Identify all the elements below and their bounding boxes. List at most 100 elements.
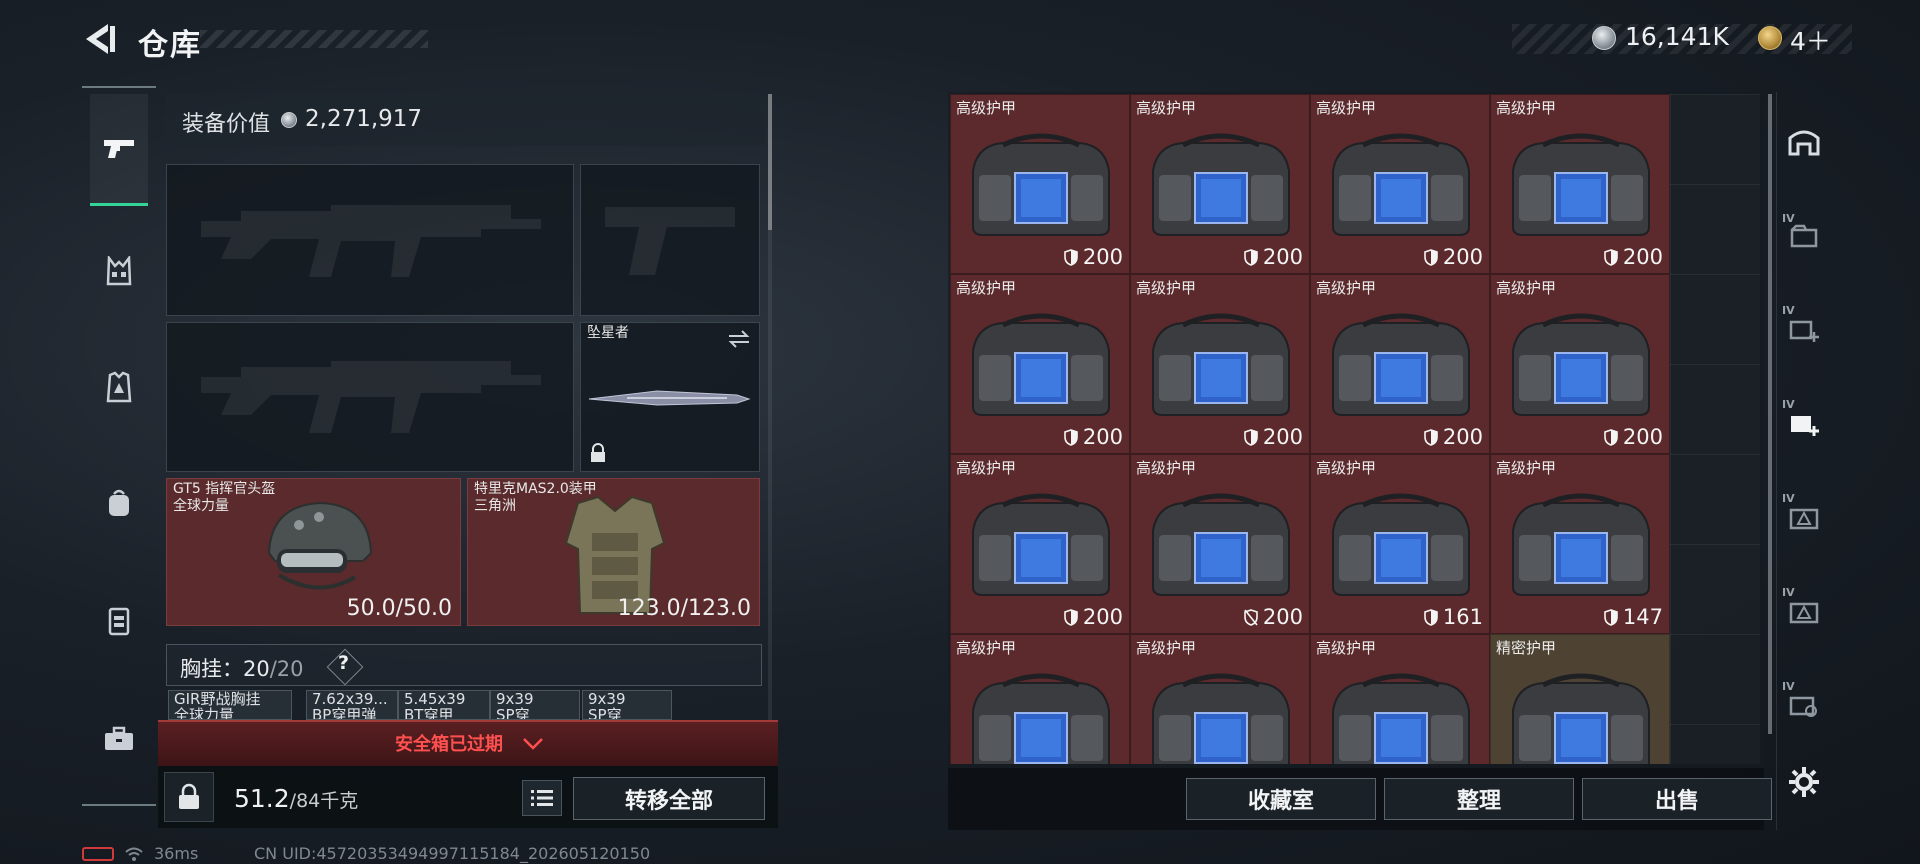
ping-value: 36ms — [154, 844, 199, 863]
storage-item[interactable]: 高级护甲 200 — [950, 274, 1130, 454]
storage-item[interactable]: 高级护甲 200 — [1490, 94, 1670, 274]
equipment-scrollbar-thumb[interactable] — [768, 94, 772, 230]
carry-weight: 51.2/84千克 — [234, 784, 358, 813]
category-backpack[interactable] — [90, 474, 148, 532]
durability-value: 200 — [1262, 605, 1303, 629]
side-tab-add-storage-active[interactable]: IV — [1782, 398, 1826, 444]
shield-icon — [1424, 428, 1438, 446]
storage-item[interactable]: 高级护甲 200 — [1130, 94, 1310, 274]
item-name: 高级护甲 — [1316, 639, 1377, 657]
padlock-icon — [179, 783, 199, 809]
item-name: 高级护甲 — [1136, 99, 1197, 117]
mini-slot-sub: 全球力量 — [174, 706, 235, 720]
rifle-silhouette-icon — [201, 361, 541, 433]
storage-item[interactable]: 高级护甲 200 — [950, 94, 1130, 274]
storage-item[interactable]: 高级护甲 — [1310, 634, 1490, 764]
storage-item[interactable]: 高级护甲 — [950, 634, 1130, 764]
item-name: 高级护甲 — [1316, 459, 1377, 477]
item-name: 高级护甲 — [956, 99, 1017, 117]
armor-bag-icon — [1512, 313, 1650, 416]
storage-item[interactable]: 高级护甲 147 — [1490, 454, 1670, 634]
secondary-weapon-slot[interactable] — [166, 322, 574, 472]
chest-rig-icon — [108, 607, 130, 636]
currency-amount[interactable]: 16,141K — [1625, 22, 1729, 51]
sell-button[interactable]: 出售 — [1582, 778, 1772, 820]
mini-slot-sub: SP穿 — [496, 706, 530, 720]
storage-item[interactable]: 高级护甲 161 — [1310, 454, 1490, 634]
storage-item[interactable]: 高级护甲 200 — [1310, 274, 1490, 454]
ammo-slot[interactable]: 9x39 SP穿 — [582, 690, 672, 720]
storage-item[interactable]: 高级护甲 200 — [950, 454, 1130, 634]
swap-icon[interactable] — [727, 329, 751, 349]
backpack-icon — [109, 489, 129, 516]
durability-value: 161 — [1442, 605, 1483, 629]
list-view-button[interactable] — [522, 780, 562, 816]
weight-max: /84千克 — [289, 790, 359, 812]
title-decoration — [200, 30, 428, 48]
item-name: 精密护甲 — [1496, 639, 1557, 657]
side-tab-storage-alert[interactable]: IV — [1782, 492, 1826, 538]
briefcase-icon — [105, 726, 133, 750]
helmet-slot[interactable]: GT5 指挥官头盔 全球力量 50.0/50.0 — [166, 478, 461, 626]
chest-rig-slot[interactable]: GIR野战胸挂 全球力量 — [168, 690, 292, 720]
storage-item[interactable]: 高级护甲 200 — [1310, 94, 1490, 274]
melee-slot[interactable]: 坠星者 — [580, 322, 760, 472]
category-armor[interactable] — [90, 358, 148, 416]
storage-item[interactable]: 高级护甲 200 — [1130, 454, 1310, 634]
ammo-slot[interactable]: 9x39 SP穿 — [490, 690, 580, 720]
helmet-icon — [267, 501, 373, 590]
back-button[interactable] — [82, 20, 118, 58]
organize-button[interactable]: 整理 — [1384, 778, 1574, 820]
storage-item[interactable]: 高级护甲 200 — [1490, 274, 1670, 454]
tier-tag: IV — [1782, 212, 1795, 225]
primary-weapon-slot[interactable] — [166, 164, 574, 316]
settings-gear-icon — [1789, 767, 1819, 797]
armor-bag-icon — [1512, 493, 1650, 596]
armor-bag-icon — [1512, 673, 1650, 764]
tier-tag: IV — [1782, 492, 1795, 505]
item-durability: 200 — [1424, 425, 1483, 449]
category-chest-rig[interactable] — [90, 592, 148, 650]
item-name: 高级护甲 — [1496, 279, 1557, 297]
shield-icon — [1604, 248, 1618, 266]
shield-icon — [1604, 608, 1618, 626]
storage-scrollbar-thumb[interactable] — [1768, 94, 1772, 734]
pistol-icon — [104, 139, 134, 158]
category-case[interactable] — [90, 710, 148, 768]
side-tab-add-storage[interactable]: IV — [1782, 304, 1826, 350]
storage-grid[interactable]: 高级护甲 200 高级护甲 200 高级护甲 200 高级护甲 200 高级护甲 200 高级护甲 2… — [950, 94, 1760, 764]
lock-icon — [591, 443, 605, 462]
lock-button[interactable] — [164, 772, 214, 822]
chest-rig-current: 20 — [243, 657, 270, 681]
side-tab-home-storage[interactable] — [1782, 120, 1826, 164]
medal-amount[interactable]: 4＋ — [1790, 22, 1831, 58]
tier-tag: IV — [1782, 586, 1795, 599]
armor-bag-icon — [1152, 133, 1290, 236]
armor-brand: 三角洲 — [474, 498, 516, 514]
storage-item[interactable]: 精密护甲 — [1490, 634, 1670, 764]
chest-rig-max: /20 — [269, 657, 304, 681]
chevron-down-icon — [523, 738, 543, 750]
helmet-brand: 全球力量 — [173, 498, 229, 514]
ammo-slot[interactable]: 5.45x39 BT穿甲 — [398, 690, 490, 720]
side-tab-storage-search[interactable]: IV — [1782, 680, 1826, 726]
category-weapon[interactable] — [90, 94, 148, 206]
category-vest[interactable] — [90, 242, 148, 300]
tier-tag: IV — [1782, 304, 1795, 317]
transfer-all-button[interactable]: 转移全部 — [573, 777, 765, 820]
side-tab-storage-warning[interactable]: IV — [1782, 586, 1826, 632]
storage-item[interactable]: 高级护甲 200 — [1130, 274, 1310, 454]
pistol-silhouette-icon — [605, 207, 735, 275]
armor-slot[interactable]: 特里克MAS2.0装甲 三角洲 123.0/123.0 — [467, 478, 760, 626]
item-durability: 200 — [1604, 245, 1663, 269]
collection-room-button[interactable]: 收藏室 — [1186, 778, 1376, 820]
armor-bag-icon — [1512, 133, 1650, 236]
item-durability: 200 — [1064, 425, 1123, 449]
ammo-slot[interactable]: 7.62x39... BP穿甲弹 — [306, 690, 398, 720]
side-tab-storage-folder[interactable]: IV — [1782, 212, 1826, 258]
coin-icon — [281, 112, 297, 128]
side-tab-settings-gear[interactable] — [1782, 760, 1826, 804]
list-icon — [531, 790, 553, 806]
pistol-slot[interactable] — [580, 164, 760, 316]
storage-item[interactable]: 高级护甲 — [1130, 634, 1310, 764]
